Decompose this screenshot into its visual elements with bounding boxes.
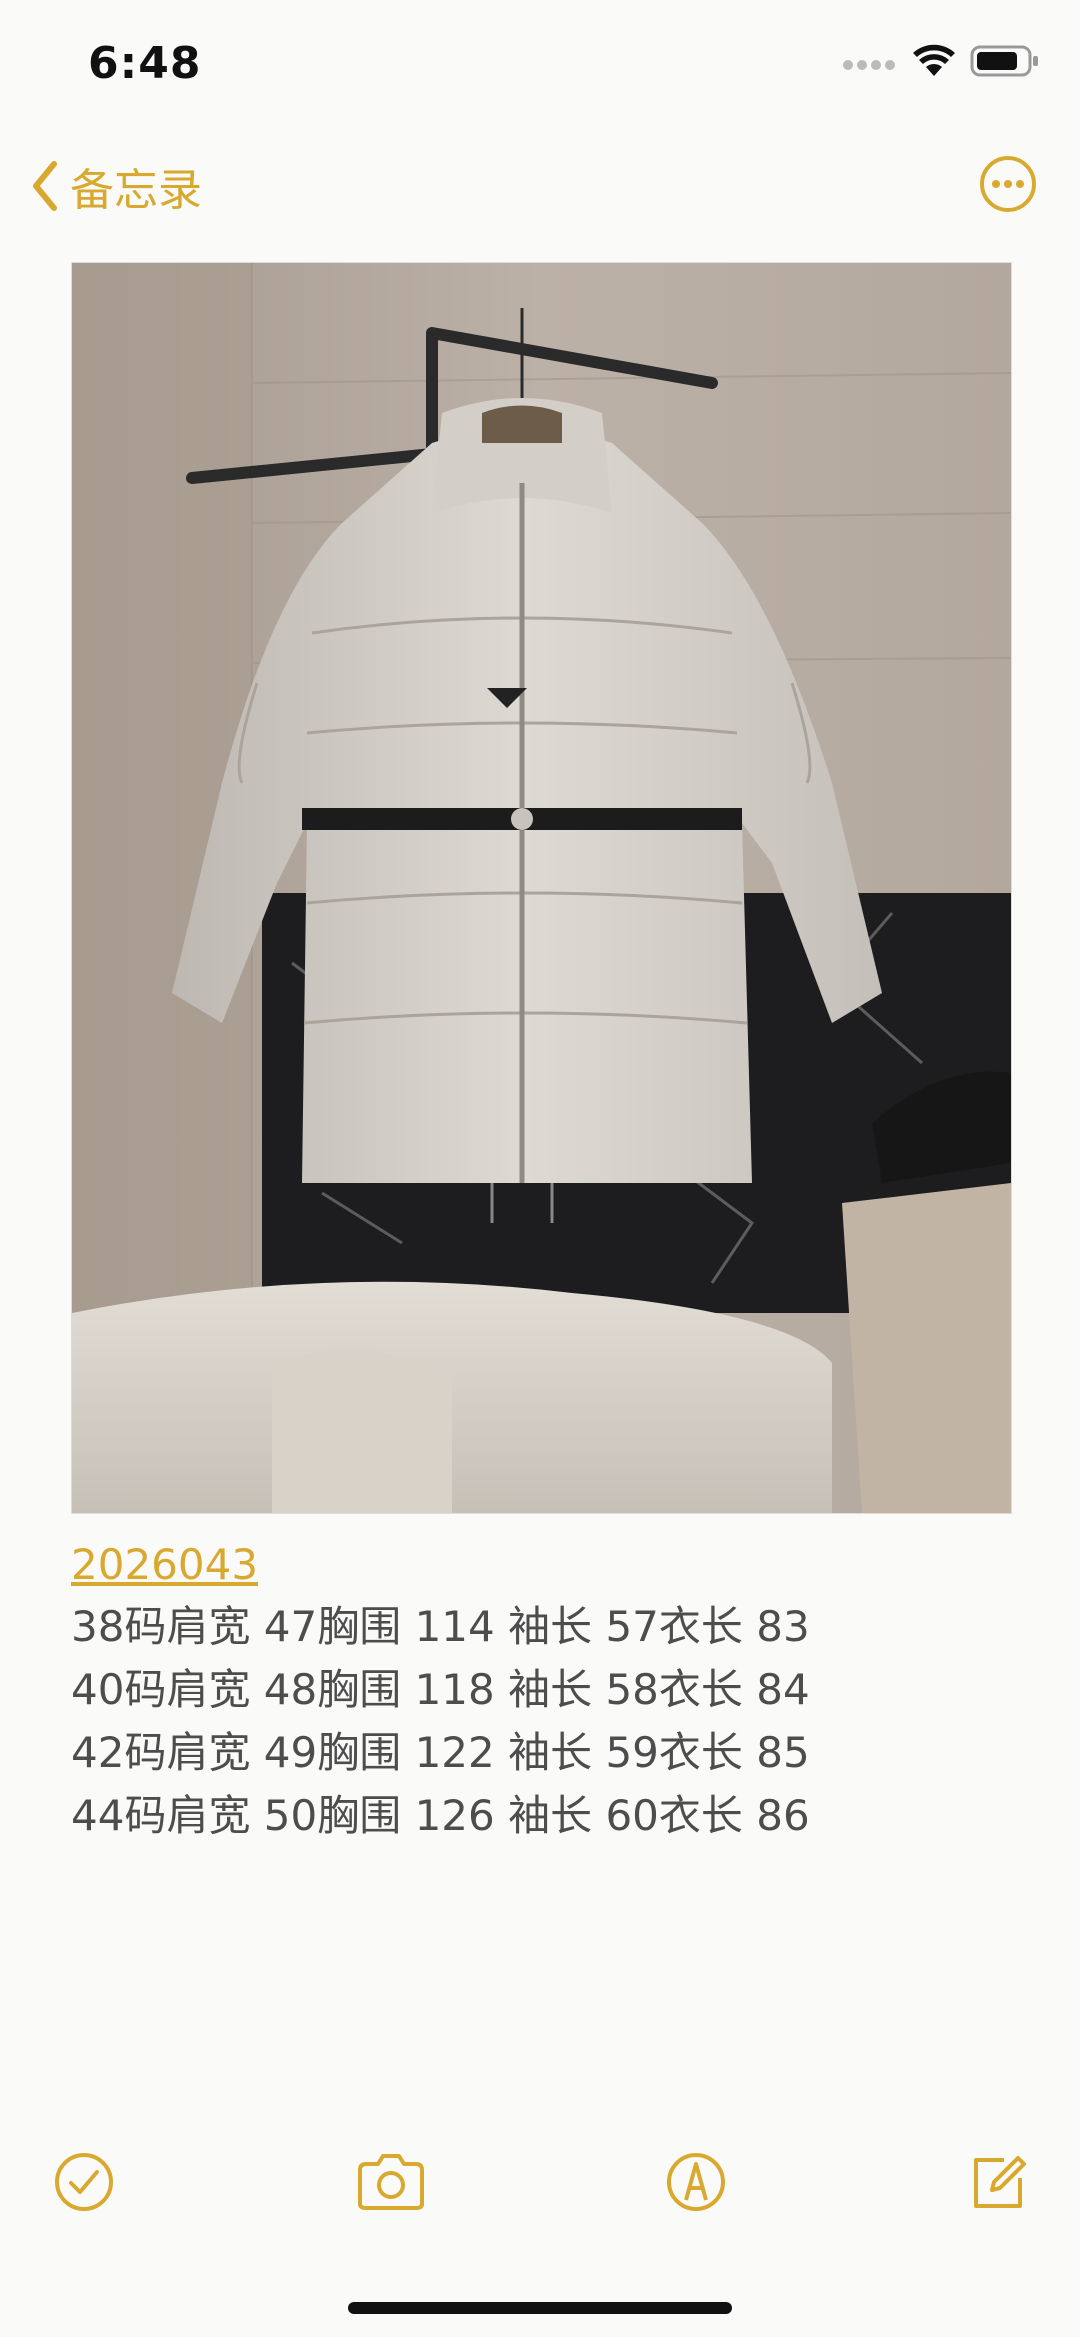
size-line-44: 44码肩宽 50胸围 126 袖长 60衣长 86 xyxy=(71,1791,810,1840)
camera-icon xyxy=(358,2154,424,2210)
status-icons xyxy=(842,44,1040,78)
size-line-42: 42码肩宽 49胸围 122 袖长 59衣长 85 xyxy=(71,1728,810,1777)
bottom-toolbar xyxy=(0,2150,1080,2240)
chevron-left-icon xyxy=(33,161,57,211)
down-jacket-photo xyxy=(72,263,1011,1513)
attached-photo[interactable] xyxy=(71,262,1012,1514)
status-bar: 6:48 xyxy=(0,0,1080,130)
compose-icon xyxy=(974,2156,1026,2208)
note-body[interactable]: 2026043 38码肩宽 47胸围 114 袖长 57衣长 83 40码肩宽 … xyxy=(71,1535,1011,1847)
more-options-button[interactable] xyxy=(978,154,1038,218)
checklist-button[interactable] xyxy=(52,2150,116,2218)
compose-button[interactable] xyxy=(966,2150,1030,2218)
size-line-38: 38码肩宽 47胸围 114 袖长 57衣长 83 xyxy=(71,1602,810,1651)
battery-icon xyxy=(970,45,1038,77)
ellipsis-circle-icon xyxy=(980,156,1036,212)
size-line-40: 40码肩宽 48胸围 118 袖长 58衣长 84 xyxy=(71,1665,810,1714)
note-number-link[interactable]: 2026043 xyxy=(71,1535,1011,1595)
status-time: 6:48 xyxy=(88,38,202,89)
cellular-signal-icon xyxy=(843,60,895,70)
markup-icon xyxy=(667,2153,725,2211)
wifi-icon xyxy=(913,44,955,76)
checklist-icon xyxy=(55,2153,113,2211)
nav-bar: 备忘录 xyxy=(0,140,1080,230)
back-button[interactable]: 备忘录 xyxy=(30,154,202,218)
home-indicator[interactable] xyxy=(348,2302,732,2314)
back-label: 备忘录 xyxy=(70,165,202,216)
camera-button[interactable] xyxy=(354,2150,428,2218)
markup-button[interactable] xyxy=(664,2150,728,2218)
